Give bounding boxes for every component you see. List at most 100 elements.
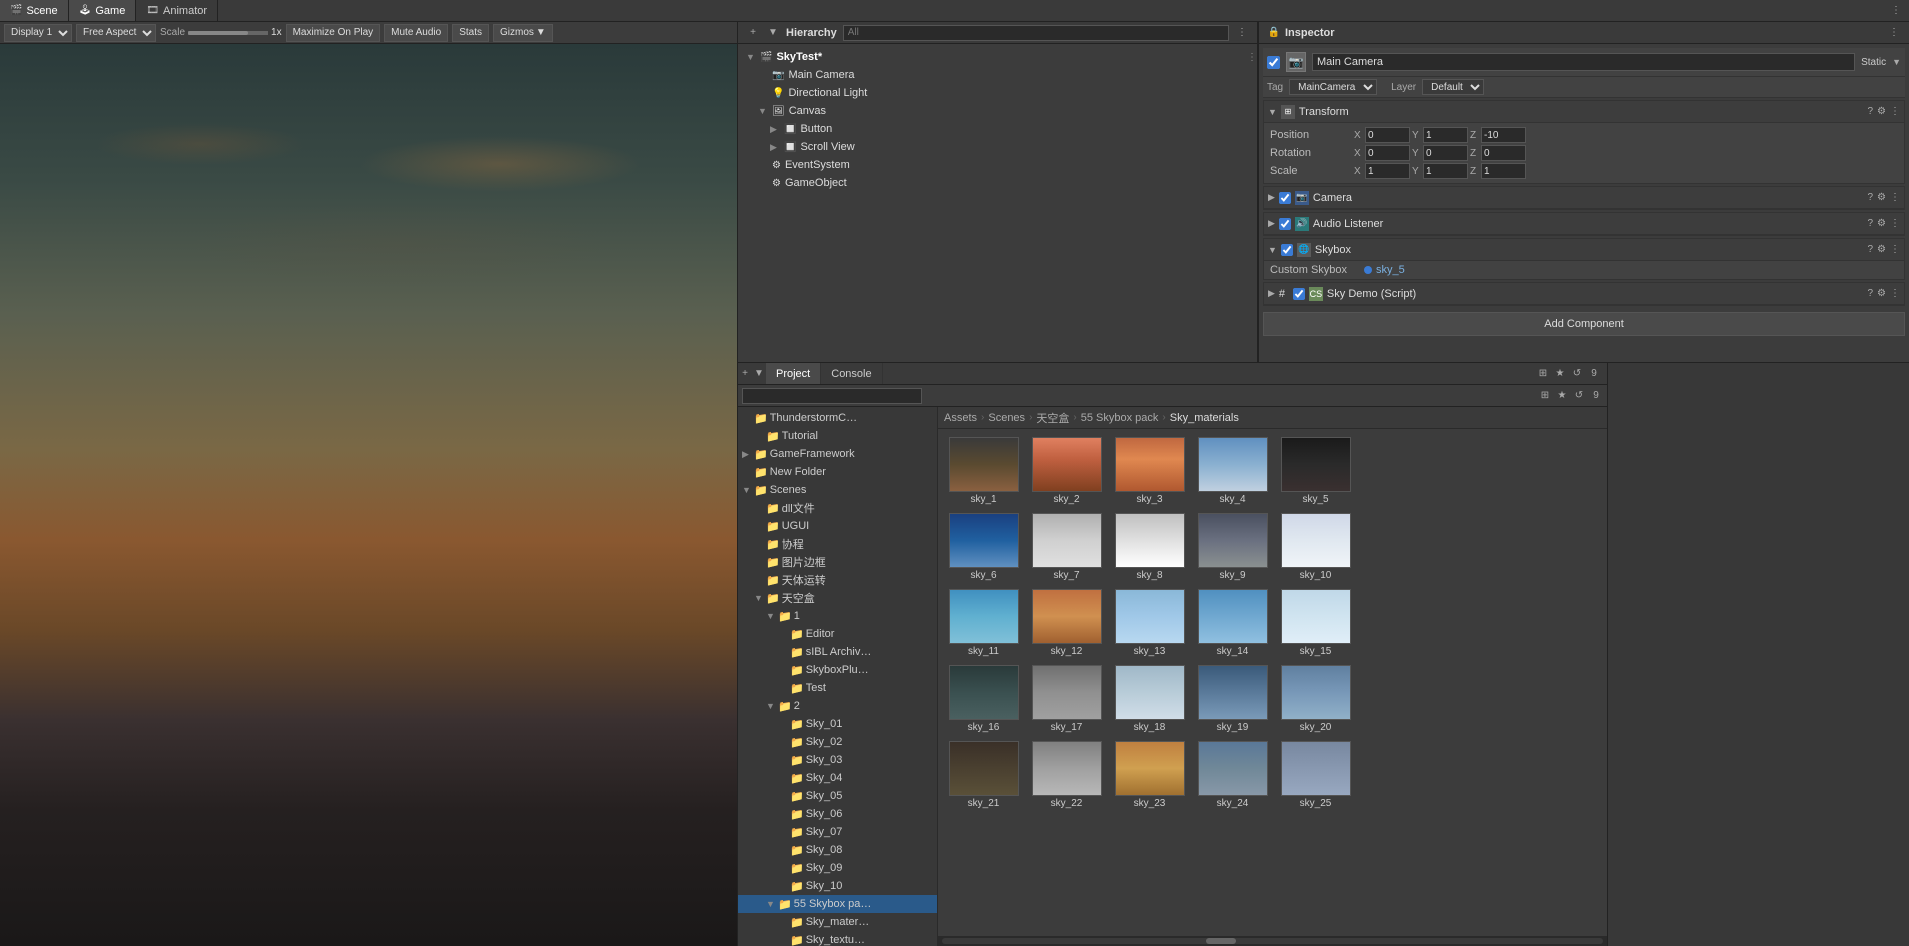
transform-menu-btn[interactable]: ⋮ [1890, 106, 1900, 117]
scale-x-input[interactable] [1365, 163, 1410, 179]
assets-scrollbar[interactable] [938, 936, 1607, 946]
hier-scroll-view[interactable]: ▶ 🔲 Scroll View [738, 138, 1257, 156]
tree-sibl[interactable]: 📁 sIBL Archiv… [738, 643, 937, 661]
audio-menu-btn[interactable]: ⋮ [1890, 218, 1900, 229]
hierarchy-search[interactable] [843, 25, 1229, 41]
sky-demo-menu-btn[interactable]: ⋮ [1890, 288, 1900, 299]
tree-sky10[interactable]: 📁 Sky_10 [738, 877, 937, 895]
stats-btn[interactable]: Stats [452, 24, 489, 42]
tree-sky02[interactable]: 📁 Sky_02 [738, 733, 937, 751]
project-search-input[interactable] [742, 388, 922, 404]
hier-canvas[interactable]: ▼ 🖼 Canvas [738, 102, 1257, 120]
tree-sky09[interactable]: 📁 Sky_09 [738, 859, 937, 877]
sky-demo-header[interactable]: ▶ # CS Sky Demo (Script) ? ⚙ ⋮ [1264, 283, 1904, 305]
aspect-select[interactable]: Free Aspect [76, 24, 156, 42]
add-component-button[interactable]: Add Component [1263, 312, 1905, 336]
asset-item-sky_11[interactable]: sky_11 [946, 589, 1021, 657]
rot-z-input[interactable] [1481, 145, 1526, 161]
hier-directional-light[interactable]: 💡 Directional Light [738, 84, 1257, 102]
hier-main-camera[interactable]: 📷 Main Camera [738, 66, 1257, 84]
tree-sky07[interactable]: 📁 Sky_07 [738, 823, 937, 841]
hier-event-system[interactable]: ⚙ EventSystem [738, 156, 1257, 174]
tree-coro[interactable]: 📁 协程 [738, 535, 937, 553]
tree-sky-mater[interactable]: 📁 Sky_mater… [738, 913, 937, 931]
project-refresh-btn[interactable]: ↺ [1572, 389, 1586, 403]
project-panel-icon4[interactable]: 9 [1587, 367, 1601, 381]
tree-tutorial[interactable]: 📁 Tutorial [738, 427, 937, 445]
pos-z-input[interactable] [1481, 127, 1526, 143]
hier-game-object[interactable]: ⚙ GameObject [738, 174, 1257, 192]
tree-sky01[interactable]: 📁 Sky_01 [738, 715, 937, 733]
project-add-btn[interactable]: + [738, 367, 752, 381]
tree-imgborder[interactable]: 📁 图片边框 [738, 553, 937, 571]
asset-item-sky_21[interactable]: sky_21 [946, 741, 1021, 809]
asset-item-sky_19[interactable]: sky_19 [1195, 665, 1270, 733]
camera-question-btn[interactable]: ? [1867, 192, 1873, 203]
skybox-enabled-checkbox[interactable] [1281, 244, 1293, 256]
gizmos-btn[interactable]: Gizmos ▼ [493, 24, 553, 42]
inspector-menu-btn[interactable]: ⋮ [1887, 26, 1901, 40]
asset-item-sky_20[interactable]: sky_20 [1278, 665, 1353, 733]
asset-item-sky_1[interactable]: sky_1 [946, 437, 1021, 505]
tree-1[interactable]: ▼ 📁 1 [738, 607, 937, 625]
skybox-header[interactable]: ▼ 🌐 Skybox ? ⚙ ⋮ [1264, 239, 1904, 261]
tree-skyboxplu[interactable]: 📁 SkyboxPlu… [738, 661, 937, 679]
asset-item-sky_25[interactable]: sky_25 [1278, 741, 1353, 809]
tag-select[interactable]: MainCamera [1289, 79, 1377, 95]
asset-item-sky_18[interactable]: sky_18 [1112, 665, 1187, 733]
tree-scenes[interactable]: ▼ 📁 Scenes [738, 481, 937, 499]
audio-question-btn[interactable]: ? [1867, 218, 1873, 229]
display-select[interactable]: Display 1 [4, 24, 72, 42]
hier-button[interactable]: ▶ 🔲 Button [738, 120, 1257, 138]
breadcrumb-sky-materials[interactable]: Sky_materials [1170, 412, 1239, 424]
tab-project[interactable]: Project [766, 363, 821, 384]
hierarchy-menu-btn[interactable]: ▼ [766, 26, 780, 40]
camera-comp-header[interactable]: ▶ 📷 Camera ? ⚙ ⋮ [1264, 187, 1904, 209]
project-star-btn[interactable]: ★ [1555, 389, 1569, 403]
transform-settings-btn[interactable]: ⚙ [1877, 106, 1886, 117]
camera-menu-btn[interactable]: ⋮ [1890, 192, 1900, 203]
project-grid-btn[interactable]: ⊞ [1538, 389, 1552, 403]
tree-skybox-folder[interactable]: ▼ 📁 天空盒 [738, 589, 937, 607]
tree-sky04[interactable]: 📁 Sky_04 [738, 769, 937, 787]
scale-z-input[interactable] [1481, 163, 1526, 179]
tree-sky06[interactable]: 📁 Sky_06 [738, 805, 937, 823]
layer-select[interactable]: Default [1422, 79, 1484, 95]
breadcrumb-55skybox[interactable]: 55 Skybox pack [1081, 412, 1159, 424]
hierarchy-options-btn[interactable]: ⋮ [1235, 26, 1249, 40]
tree-2[interactable]: ▼ 📁 2 [738, 697, 937, 715]
project-size-btn[interactable]: 9 [1589, 389, 1603, 403]
scale-slider[interactable] [188, 31, 268, 35]
tab-console[interactable]: Console [821, 363, 882, 384]
project-panel-icon2[interactable]: ★ [1553, 367, 1567, 381]
tab-bar-menu-btn[interactable]: ⋮ [1889, 4, 1903, 18]
transform-header[interactable]: ▼ ⊞ Transform ? ⚙ ⋮ [1264, 101, 1904, 123]
asset-item-sky_12[interactable]: sky_12 [1029, 589, 1104, 657]
sky-demo-question-btn[interactable]: ? [1867, 288, 1873, 299]
tree-sky03[interactable]: 📁 Sky_03 [738, 751, 937, 769]
pos-x-input[interactable] [1365, 127, 1410, 143]
tab-scene[interactable]: 🎬 Scene [0, 0, 69, 21]
asset-item-sky_4[interactable]: sky_4 [1195, 437, 1270, 505]
tree-gameframework[interactable]: ▶ 📁 GameFramework [738, 445, 937, 463]
asset-item-sky_8[interactable]: sky_8 [1112, 513, 1187, 581]
asset-item-sky_15[interactable]: sky_15 [1278, 589, 1353, 657]
maximize-on-play-btn[interactable]: Maximize On Play [286, 24, 381, 42]
rot-x-input[interactable] [1365, 145, 1410, 161]
asset-item-sky_10[interactable]: sky_10 [1278, 513, 1353, 581]
scale-y-input[interactable] [1423, 163, 1468, 179]
project-panel-icon3[interactable]: ↺ [1570, 367, 1584, 381]
asset-item-sky_2[interactable]: sky_2 [1029, 437, 1104, 505]
tree-celestial[interactable]: 📁 天体运转 [738, 571, 937, 589]
skybox-question-btn[interactable]: ? [1867, 244, 1873, 255]
breadcrumb-assets[interactable]: Assets [944, 412, 977, 424]
mute-audio-btn[interactable]: Mute Audio [384, 24, 448, 42]
static-arrow-icon[interactable]: ▼ [1892, 57, 1901, 67]
asset-item-sky_17[interactable]: sky_17 [1029, 665, 1104, 733]
audio-enabled-checkbox[interactable] [1279, 218, 1291, 230]
asset-item-sky_16[interactable]: sky_16 [946, 665, 1021, 733]
tree-ugui[interactable]: 📁 UGUI [738, 517, 937, 535]
asset-item-sky_3[interactable]: sky_3 [1112, 437, 1187, 505]
transform-question-btn[interactable]: ? [1867, 106, 1873, 117]
tree-thunderstorm[interactable]: 📁 ThunderstormC… [738, 409, 937, 427]
